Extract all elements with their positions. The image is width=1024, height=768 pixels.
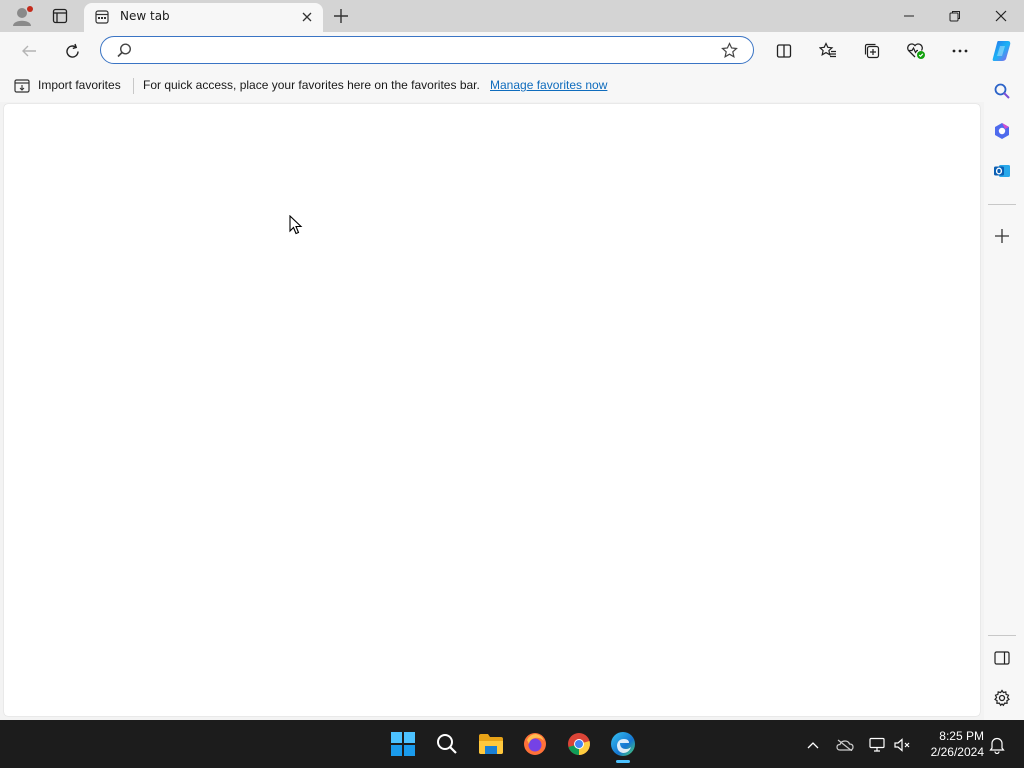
sidebar-divider-bottom <box>988 635 1016 636</box>
chrome-icon <box>568 733 590 755</box>
clock-date: 2/26/2024 <box>930 745 984 759</box>
tab-title: New tab <box>120 9 170 23</box>
edge-active-indicator <box>616 760 630 763</box>
sidebar-add-button[interactable] <box>988 222 1016 250</box>
onedrive-button[interactable] <box>834 734 856 756</box>
outlook-icon <box>994 165 1010 177</box>
firefox-button[interactable] <box>519 728 551 760</box>
collections-icon <box>864 43 880 59</box>
windows-start-icon <box>391 732 415 756</box>
copilot-icon <box>992 41 1011 61</box>
tab-new-tab[interactable]: New tab <box>84 3 323 32</box>
minimize-button[interactable] <box>894 0 924 32</box>
chrome-button[interactable] <box>563 728 595 760</box>
network-icon <box>869 737 885 752</box>
sidebar-divider <box>988 204 1016 205</box>
import-icon <box>14 79 30 93</box>
refresh-icon <box>65 43 79 58</box>
add-icon <box>995 229 1009 243</box>
system-clock[interactable]: 8:25 PM 2/26/2024 <box>920 728 984 760</box>
restore-icon <box>949 11 960 22</box>
collections-button[interactable] <box>859 38 885 64</box>
mouse-cursor <box>289 215 303 235</box>
notification-icon <box>989 737 1005 754</box>
firefox-icon <box>524 733 546 755</box>
refresh-button[interactable] <box>59 38 85 64</box>
favorites-icon <box>819 42 836 58</box>
favorites-button[interactable] <box>815 38 841 64</box>
more-icon <box>952 49 968 53</box>
start-button[interactable] <box>387 728 419 760</box>
close-tab-icon[interactable] <box>301 11 313 23</box>
profile-button[interactable] <box>8 0 38 32</box>
plus-icon <box>334 9 348 23</box>
tab-actions-button[interactable] <box>46 0 74 32</box>
notifications-button[interactable] <box>986 734 1008 756</box>
settings-button[interactable] <box>988 684 1016 712</box>
file-explorer-button[interactable] <box>475 728 507 760</box>
address-bar[interactable] <box>100 36 754 64</box>
favorites-bar-message: For quick access, place your favorites h… <box>143 78 480 92</box>
tab-actions-icon <box>52 8 68 24</box>
back-arrow-icon <box>22 45 36 57</box>
import-favorites-label: Import favorites <box>38 78 121 92</box>
edge-button[interactable] <box>607 728 639 760</box>
favorites-divider <box>133 78 134 94</box>
split-screen-icon <box>776 44 792 58</box>
sidebar-toggle-icon <box>994 651 1010 665</box>
restore-button[interactable] <box>940 0 970 32</box>
import-favorites-button[interactable]: Import favorites <box>12 77 127 95</box>
sidebar-toggle-button[interactable] <box>988 644 1016 672</box>
clock-time: 8:25 PM <box>939 729 984 743</box>
sidebar-search-button[interactable] <box>988 77 1016 105</box>
profile-icon <box>13 6 33 26</box>
copilot-button[interactable] <box>988 37 1016 65</box>
show-hidden-icons-button[interactable] <box>803 734 823 756</box>
back-button[interactable] <box>16 38 42 64</box>
page-content[interactable] <box>4 104 980 716</box>
search-icon <box>117 43 132 58</box>
sidebar-copilot-button[interactable] <box>988 117 1016 145</box>
network-button[interactable] <box>866 734 888 756</box>
taskbar-search-button[interactable] <box>431 728 463 760</box>
browser-essentials-button[interactable] <box>903 38 929 64</box>
chevron-up-icon <box>807 742 819 749</box>
new-tab-button[interactable] <box>328 0 354 32</box>
new-tab-page-icon <box>95 10 109 24</box>
search-icon <box>994 83 1010 99</box>
minimize-icon <box>904 15 914 17</box>
edge-icon <box>611 732 635 756</box>
onedrive-icon <box>836 739 854 751</box>
search-icon <box>437 734 457 754</box>
split-screen-button[interactable] <box>771 38 797 64</box>
file-explorer-icon <box>479 734 503 754</box>
copilot-icon <box>995 123 1009 139</box>
sidebar-outlook-button[interactable] <box>988 157 1016 185</box>
heart-pulse-icon <box>907 43 925 59</box>
manage-favorites-link[interactable]: Manage favorites now <box>490 78 607 92</box>
settings-icon <box>994 689 1010 707</box>
volume-button[interactable] <box>891 734 913 756</box>
close-icon <box>995 10 1007 22</box>
volume-muted-icon <box>894 738 910 752</box>
more-button[interactable] <box>947 38 973 64</box>
close-window-button[interactable] <box>986 0 1016 32</box>
star-icon[interactable] <box>721 42 738 59</box>
address-input[interactable] <box>141 41 705 61</box>
